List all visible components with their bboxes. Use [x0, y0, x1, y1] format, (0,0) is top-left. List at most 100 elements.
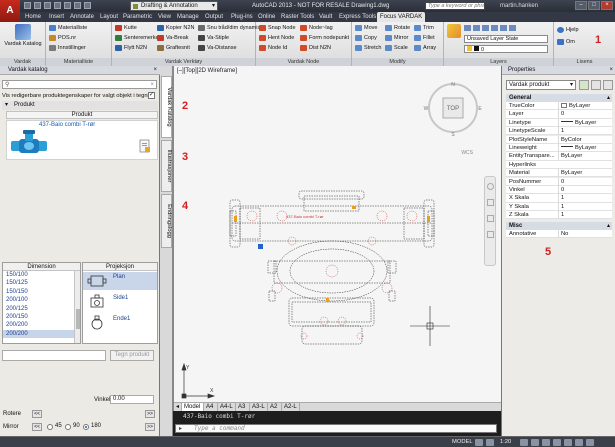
undo-icon[interactable] — [74, 2, 81, 9]
vis-redigerbare-checkbox[interactable]: ✓ — [148, 92, 155, 99]
clear-icon[interactable]: × — [150, 81, 154, 89]
vardak-katalog-button[interactable]: Vardak Katalog — [2, 23, 44, 48]
workspace-select[interactable]: Drafting & Annotation ▾ — [130, 1, 218, 11]
tab-manage[interactable]: Manage — [177, 12, 199, 22]
list-item[interactable]: 200/100 — [3, 296, 80, 304]
graftesnit-button[interactable]: Graftesnit — [157, 44, 190, 52]
lock-icon[interactable] — [542, 439, 550, 446]
hent-node-button[interactable]: Hent Node — [259, 34, 294, 42]
fillet-button[interactable]: Fillet — [414, 34, 435, 42]
close-icon[interactable]: × — [153, 66, 157, 75]
maximize-icon[interactable]: □ — [588, 1, 600, 10]
tegn-produkt-button[interactable]: Tegn produkt — [110, 350, 154, 361]
innstillinger-button[interactable]: Innstillinger — [49, 44, 86, 52]
list-item[interactable]: 200/125 — [3, 305, 80, 313]
section-misc[interactable]: Misc ▴ — [506, 222, 612, 230]
property-row[interactable]: EntityTranspare... ByLayer — [506, 152, 612, 161]
save-icon[interactable] — [44, 2, 51, 9]
vinkel-input[interactable]: 0.00 — [110, 395, 154, 404]
pos-nr-button[interactable]: POS.nr — [49, 34, 76, 42]
list-item[interactable]: 150/125 — [3, 279, 80, 287]
select-objects-icon[interactable] — [591, 80, 601, 90]
quick-select-icon[interactable] — [579, 80, 589, 90]
customize-icon[interactable] — [586, 439, 594, 446]
layer-tool-icon[interactable] — [509, 25, 516, 31]
layer-state-select[interactable]: Unsaved Layer State — [464, 35, 548, 43]
tab-endringslogg[interactable]: Endringslogg — [161, 194, 172, 248]
kutte-button[interactable]: Kutte — [115, 24, 137, 32]
mirror-left-button[interactable]: << — [32, 423, 42, 431]
product-card[interactable]: 437-Baio combi T-rør — [6, 120, 158, 160]
close-icon[interactable]: × — [601, 1, 613, 10]
kopier-n2n-button[interactable]: Kopier N2N — [157, 24, 194, 32]
move-button[interactable]: Move — [355, 24, 377, 32]
model-space-toggle[interactable]: MODEL — [452, 438, 473, 447]
product-name-field[interactable] — [2, 350, 106, 361]
trim-button[interactable]: Trim — [414, 24, 434, 32]
list-item[interactable]: 200/200 — [3, 321, 80, 329]
about-button[interactable]: Om — [557, 38, 575, 46]
layer-properties-button[interactable] — [446, 23, 462, 39]
tab-layout[interactable]: Layout — [100, 12, 118, 22]
tab-plugins[interactable]: Plug-ins — [231, 12, 253, 22]
rotate-button[interactable]: Rotate — [385, 24, 410, 32]
va-distanse-button[interactable]: Va-Distanse — [198, 44, 237, 52]
application-menu-button[interactable]: A — [0, 0, 20, 22]
property-row[interactable]: Z Skala 1 — [506, 211, 612, 220]
rotate-left-button[interactable]: << — [32, 410, 42, 418]
node-lag-button[interactable]: Node~lag — [300, 24, 333, 32]
minimize-icon[interactable]: – — [575, 1, 587, 10]
property-row[interactable]: Annotative No — [506, 230, 612, 239]
property-row[interactable]: Material ByLayer — [506, 169, 612, 178]
tab-view[interactable]: View — [158, 12, 171, 22]
copy-button[interactable]: Copy — [355, 34, 377, 42]
snap-node-button[interactable]: Snap Node — [259, 24, 296, 32]
senteremerke-button[interactable]: Senteremerke — [115, 34, 159, 42]
array-button[interactable]: Array — [414, 44, 436, 52]
materialliste-button[interactable]: Materialliste — [49, 24, 87, 32]
property-row[interactable]: Y Skala 1 — [506, 202, 612, 211]
annotation-icon[interactable] — [520, 439, 528, 446]
object-type-select[interactable]: Vardak produkt ▾ — [506, 80, 576, 90]
scale-button[interactable]: Scale — [385, 44, 408, 52]
flytt-n2n-button[interactable]: Flytt N2N — [115, 44, 147, 52]
catalog-search-input[interactable]: ⚲ × — [2, 80, 157, 89]
search-input[interactable]: Type a keyword or phrase — [425, 2, 485, 10]
tab-vault[interactable]: Vault — [319, 12, 332, 22]
projection-item-plan[interactable]: Plan — [83, 272, 157, 290]
mirror-button[interactable]: Mirror — [385, 34, 408, 42]
document-icon[interactable] — [139, 139, 151, 153]
help-button[interactable]: Hjelp — [557, 26, 579, 34]
close-icon[interactable]: × — [609, 66, 613, 75]
list-item[interactable]: 150/150 — [3, 288, 80, 296]
list-item[interactable]: 200/150 — [3, 313, 80, 321]
tab-focus-vardak[interactable]: Focus VARDAK — [377, 12, 426, 22]
tab-parametric[interactable]: Parametric — [123, 12, 152, 22]
grid-icon[interactable] — [475, 439, 483, 446]
tab-express-tools[interactable]: Express Tools — [339, 12, 376, 22]
isolate-icon[interactable] — [564, 439, 572, 446]
radio-45[interactable] — [47, 424, 53, 430]
list-item-selected[interactable]: 200/200 — [3, 329, 80, 339]
property-row[interactable]: Vinkel 0 — [506, 186, 612, 195]
layer-tool-icon[interactable] — [500, 25, 507, 31]
scrollbar[interactable] — [74, 271, 80, 343]
layer-tool-icon[interactable] — [473, 25, 480, 31]
property-row[interactable]: Layer 0 — [506, 110, 612, 119]
property-row[interactable]: LinetypeScale 1 — [506, 127, 612, 136]
node-id-button[interactable]: Node Id — [259, 44, 287, 52]
radio-180[interactable] — [83, 424, 89, 430]
property-row[interactable]: TrueColor ByLayer — [506, 102, 612, 111]
annotation-scale[interactable]: 1:20 — [500, 438, 511, 447]
drawing-canvas[interactable]: [–][Top][2D Wireframe] TOP N S W E WCS 4… — [173, 66, 502, 412]
snu-tekst-button[interactable]: Snu tråd/dim dynamisk — [198, 24, 263, 32]
tab-annotate[interactable]: Annotate — [70, 12, 94, 22]
produkt-group-header[interactable]: ▾ Produkt — [2, 101, 158, 110]
dimension-list[interactable]: Dimension 150/100 150/125 150/150 200/10… — [2, 262, 81, 344]
saveas-icon[interactable] — [54, 2, 61, 9]
workspace-icon[interactable] — [531, 439, 539, 446]
toggle-pickadd-icon[interactable] — [603, 80, 613, 90]
radio-90[interactable] — [65, 424, 71, 430]
property-row[interactable]: PlotStyleName ByColor — [506, 135, 612, 144]
projection-item-side1[interactable]: Side1 — [83, 293, 157, 311]
